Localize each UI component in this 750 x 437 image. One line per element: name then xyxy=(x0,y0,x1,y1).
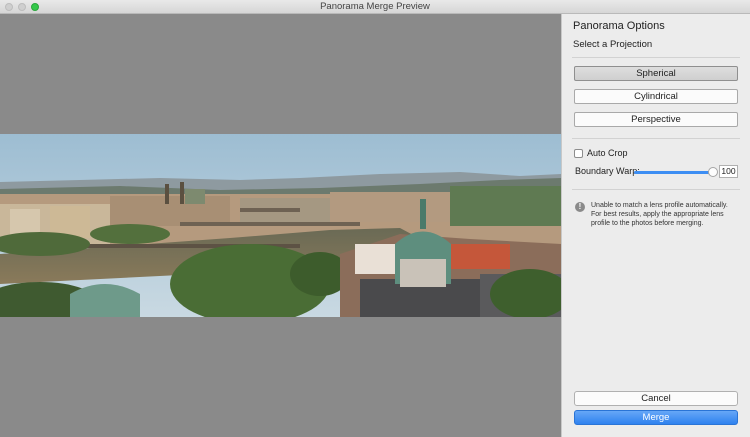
minimize-window-button[interactable] xyxy=(18,3,26,11)
cancel-button[interactable]: Cancel xyxy=(574,391,738,406)
preview-area xyxy=(0,14,561,437)
slider-fill xyxy=(634,171,714,174)
close-window-button[interactable] xyxy=(5,3,13,11)
cylindrical-button[interactable]: Cylindrical xyxy=(574,89,738,104)
auto-crop-checkbox[interactable] xyxy=(574,148,583,158)
spherical-button[interactable]: Spherical xyxy=(574,66,738,81)
divider xyxy=(572,189,740,190)
divider xyxy=(572,138,740,139)
auto-crop-label: Auto Crop xyxy=(587,148,628,158)
boundary-warp-slider[interactable] xyxy=(634,171,714,174)
projection-heading: Select a Projection xyxy=(573,39,653,50)
boundary-warp-label: Boundary Warp: xyxy=(575,166,640,176)
zoom-window-button[interactable] xyxy=(31,3,39,11)
title-bar: Panorama Merge Preview xyxy=(0,0,750,14)
boundary-warp-value[interactable]: 100 xyxy=(719,165,738,178)
panorama-preview-image xyxy=(0,134,561,317)
merge-button[interactable]: Merge xyxy=(574,410,738,425)
divider xyxy=(572,57,740,58)
window-title: Panorama Merge Preview xyxy=(320,1,430,12)
perspective-button[interactable]: Perspective xyxy=(574,112,738,127)
lens-profile-warning: Unable to match a lens profile automatic… xyxy=(591,202,728,227)
slider-thumb[interactable] xyxy=(708,167,718,177)
panel-title: Panorama Options xyxy=(573,20,665,32)
auto-crop-row[interactable]: Auto Crop xyxy=(574,147,628,159)
options-panel: Panorama Options Select a Projection Sph… xyxy=(561,14,750,437)
exclamation-icon: ! xyxy=(575,202,585,212)
